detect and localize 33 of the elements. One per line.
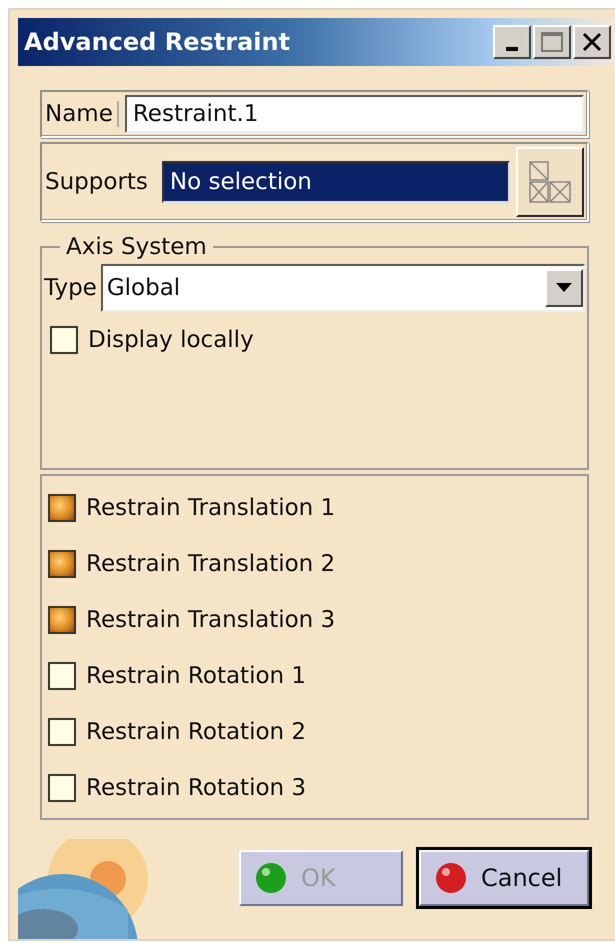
supports-field[interactable]: No selection bbox=[162, 161, 510, 203]
checkbox[interactable] bbox=[48, 550, 76, 578]
type-label: Type bbox=[44, 275, 97, 301]
checkbox-label: Restrain Translation 2 bbox=[86, 551, 336, 577]
maximize-button[interactable] bbox=[533, 25, 571, 59]
checkbox-label: Restrain Rotation 1 bbox=[86, 663, 306, 689]
checkbox-label: Display locally bbox=[88, 327, 254, 353]
window-title: Advanced Restraint bbox=[24, 28, 290, 56]
maximize-icon bbox=[541, 32, 563, 52]
name-label: Name bbox=[45, 101, 119, 127]
minimize-button[interactable] bbox=[493, 25, 531, 59]
cancel-button[interactable]: Cancel bbox=[419, 850, 589, 906]
selection-button[interactable] bbox=[516, 147, 584, 217]
minimize-icon bbox=[506, 47, 518, 51]
checkbox-label: Restrain Translation 3 bbox=[86, 607, 336, 633]
name-field[interactable]: Restraint.1 bbox=[124, 95, 584, 133]
checkbox-label: Restrain Rotation 3 bbox=[86, 775, 306, 801]
close-icon bbox=[582, 32, 602, 52]
supports-label: Supports bbox=[45, 169, 148, 195]
checkbox[interactable] bbox=[50, 326, 78, 354]
checkbox-label: Restrain Rotation 2 bbox=[86, 719, 306, 745]
checkbox-label: Restrain Translation 1 bbox=[86, 495, 336, 521]
checkbox[interactable] bbox=[48, 662, 76, 690]
checkbox[interactable] bbox=[48, 494, 76, 522]
type-dropdown[interactable]: Global bbox=[100, 264, 585, 312]
ball-icon bbox=[435, 862, 467, 894]
caret-icon bbox=[556, 283, 572, 293]
close-button[interactable] bbox=[573, 25, 611, 59]
axis-system-title: Axis System bbox=[65, 234, 208, 260]
checkbox[interactable] bbox=[48, 774, 76, 802]
checkbox[interactable] bbox=[48, 718, 76, 746]
checkbox[interactable] bbox=[48, 606, 76, 634]
ball-icon bbox=[255, 862, 287, 894]
